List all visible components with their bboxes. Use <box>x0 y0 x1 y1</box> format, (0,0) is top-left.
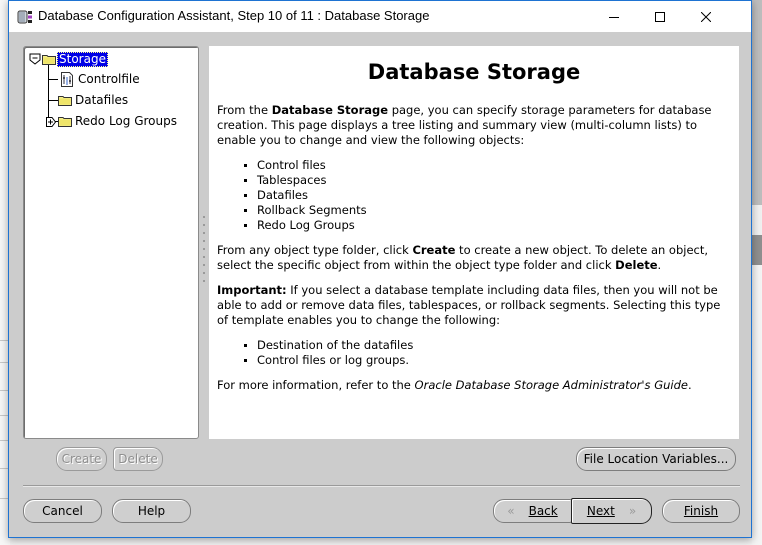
guide-title: Oracle Database Storage Administrator's … <box>414 378 688 392</box>
maximize-icon <box>655 11 665 22</box>
bold-text: Create <box>412 243 456 257</box>
tree-node-storage[interactable]: Storage <box>29 51 108 67</box>
tree-node-label: Datafiles <box>75 92 129 107</box>
dialog-window: Database Configuration Assistant, Step 1… <box>8 0 752 538</box>
create-delete-paragraph: From any object type folder, click Creat… <box>217 243 731 273</box>
separator <box>23 485 740 487</box>
tree-node-label: Storage <box>57 51 108 67</box>
intro-paragraph: From the Database Storage page, you can … <box>217 103 731 148</box>
expand-toggle-icon[interactable] <box>46 116 57 127</box>
important-paragraph: Important: If you select a database temp… <box>217 283 731 328</box>
text: From any object type folder, click <box>217 243 413 257</box>
bold-text: Database Storage <box>271 103 389 117</box>
template-list: Destination of the datafiles Control fil… <box>217 338 731 368</box>
list-item: Datafiles <box>244 188 731 203</box>
window-title: Database Configuration Assistant, Step 1… <box>38 8 430 23</box>
text: From the <box>217 103 272 117</box>
list-item: Control files <box>244 158 731 173</box>
database-app-icon <box>17 9 33 25</box>
back-chevron-icon: « <box>507 504 515 518</box>
title-bar: Database Configuration Assistant, Step 1… <box>9 1 751 32</box>
background-window-right <box>752 0 762 545</box>
list-item: Rollback Segments <box>244 203 731 218</box>
text: . <box>657 258 662 272</box>
controlfile-icon <box>60 71 74 87</box>
finish-button[interactable]: Finish <box>662 499 740 523</box>
tree-node-datafiles[interactable]: Datafiles <box>58 92 130 108</box>
bold-text: Important: <box>217 283 287 297</box>
next-label: Next <box>586 504 615 518</box>
objects-list: Control files Tablespaces Datafiles Roll… <box>217 158 731 233</box>
page-title: Database Storage <box>367 60 581 84</box>
storage-tree-panel[interactable]: Storage Controlfile Datafiles Redo Log G… <box>23 46 199 439</box>
tree-connector <box>48 79 58 80</box>
maximize-button[interactable] <box>637 1 683 32</box>
finish-label: Finish <box>683 504 719 518</box>
bold-text: Delete <box>615 258 658 272</box>
close-button[interactable] <box>683 1 729 32</box>
tree-node-redo-log-groups[interactable]: Redo Log Groups <box>46 113 179 129</box>
file-location-variables-button[interactable]: File Location Variables... <box>576 447 736 471</box>
collapse-toggle-icon[interactable] <box>29 53 41 65</box>
list-item: Redo Log Groups <box>244 218 731 233</box>
cancel-button[interactable]: Cancel <box>23 499 102 523</box>
close-icon <box>701 11 711 22</box>
text: . <box>687 378 692 392</box>
folder-icon <box>58 116 72 127</box>
help-content-panel: Database Storage From the Database Stora… <box>209 46 739 439</box>
minimize-button[interactable] <box>591 1 637 32</box>
folder-icon <box>58 95 72 106</box>
list-item: Control files or log groups. <box>244 353 731 368</box>
next-chevron-icon: » <box>628 504 637 518</box>
text: If you select a database template includ… <box>217 283 721 327</box>
folder-icon <box>42 54 56 65</box>
tree-connector <box>48 100 58 101</box>
list-item: Tablespaces <box>244 173 731 188</box>
next-button[interactable]: Next » <box>571 498 652 524</box>
list-item: Destination of the datafiles <box>244 338 731 353</box>
delete-button[interactable]: Delete <box>113 447 163 471</box>
more-info-paragraph: For more information, refer to the Oracl… <box>217 378 731 393</box>
tree-node-label: Redo Log Groups <box>75 113 177 128</box>
minimize-icon <box>609 16 619 18</box>
tree-node-label: Controlfile <box>78 71 140 86</box>
create-button[interactable]: Create <box>56 447 107 471</box>
back-label: Back <box>528 504 558 518</box>
help-button[interactable]: Help <box>112 499 191 523</box>
text: For more information, refer to the <box>217 378 415 392</box>
tree-node-controlfile[interactable]: Controlfile <box>60 71 142 87</box>
split-pane-divider[interactable] <box>202 216 206 286</box>
back-button[interactable]: « Back <box>493 499 572 523</box>
